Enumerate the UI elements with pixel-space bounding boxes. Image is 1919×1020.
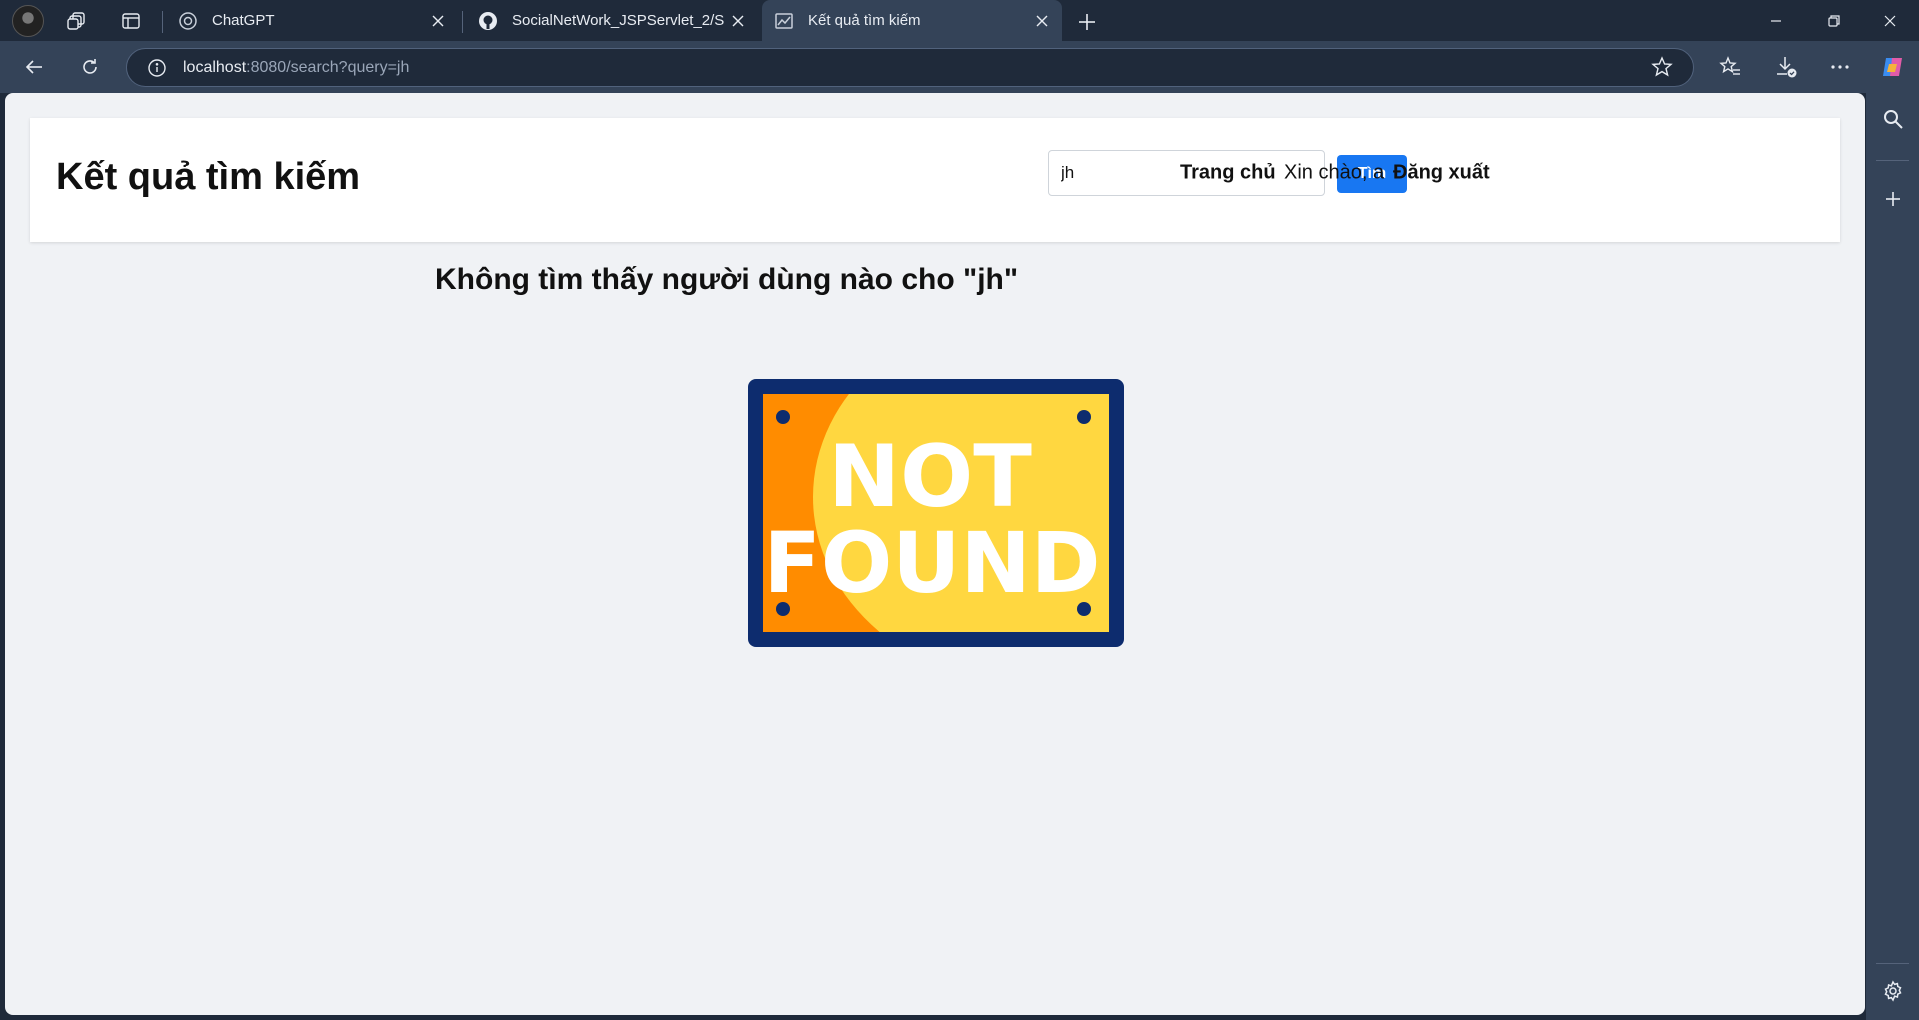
add-icon[interactable] — [1879, 185, 1907, 213]
browser-toolbar: localhost:8080/search?query=jh — [0, 41, 1919, 93]
settings-gear-icon[interactable] — [1879, 977, 1907, 1005]
tab-strip-divider — [162, 11, 163, 33]
favorite-star-icon[interactable] — [1651, 56, 1675, 80]
no-result-message: Không tìm thấy người dùng nào cho "jh" — [435, 263, 1019, 296]
url-text: localhost:8080/search?query=jh — [183, 59, 409, 77]
tab-chatgpt[interactable]: ChatGPT — [166, 0, 458, 41]
restore-icon[interactable] — [1805, 0, 1863, 41]
tab-label: ChatGPT — [212, 12, 275, 29]
greeting-text: Xin chào, a — [1284, 161, 1385, 184]
url-path: :8080/search?query=jh — [246, 58, 410, 76]
site-info-icon[interactable] — [145, 56, 169, 80]
tab-label: SocialNetWork_JSPServlet_2/Screen — [512, 12, 724, 29]
page-favicon-icon — [774, 11, 794, 31]
sign-text-line2: FOUND — [763, 514, 1100, 612]
url-host: localhost — [183, 58, 247, 76]
profile-avatar[interactable] — [12, 5, 44, 37]
sidebar-divider — [1876, 160, 1909, 161]
downloads-icon[interactable] — [1772, 53, 1800, 81]
tab-label: Kết quả tìm kiếm — [808, 12, 921, 29]
logout-link[interactable]: Đăng xuất — [1393, 162, 1490, 185]
search-icon[interactable] — [1879, 105, 1907, 133]
edge-sidebar — [1866, 93, 1919, 1020]
close-tab-icon[interactable] — [1028, 7, 1056, 35]
page-title: Kết quả tìm kiếm — [56, 156, 361, 198]
minimize-icon[interactable] — [1747, 0, 1805, 41]
tab-search-results[interactable]: Kết quả tìm kiếm — [762, 0, 1062, 41]
workspaces-icon[interactable] — [64, 8, 90, 34]
screw-icon — [1077, 410, 1091, 424]
home-link[interactable]: Trang chủ — [1180, 162, 1276, 185]
screw-icon — [776, 410, 790, 424]
tab-github[interactable]: SocialNetWork_JSPServlet_2/Screen — [466, 0, 758, 41]
close-tab-icon[interactable] — [724, 7, 752, 35]
copilot-icon[interactable] — [1879, 53, 1907, 81]
tab-divider — [462, 11, 463, 33]
github-icon — [478, 11, 498, 31]
new-tab-icon[interactable] — [1073, 8, 1101, 36]
chatgpt-icon — [178, 11, 198, 31]
more-options-icon[interactable] — [1826, 53, 1854, 81]
refresh-icon[interactable] — [74, 51, 106, 83]
title-bar: ChatGPT SocialNetWork_JSPServlet_2/Scree… — [0, 0, 1919, 41]
close-window-icon[interactable] — [1861, 0, 1919, 41]
vertical-tabs-icon[interactable] — [118, 8, 144, 34]
not-found-image: NOT FOUND — [748, 379, 1124, 647]
favorites-icon[interactable] — [1716, 53, 1744, 81]
page-viewport: Kết quả tìm kiếm Tìm Trang chủ Xin chào,… — [5, 93, 1865, 1015]
back-arrow-icon[interactable] — [18, 51, 50, 83]
address-bar[interactable]: localhost:8080/search?query=jh — [126, 48, 1694, 87]
page-header: Kết quả tìm kiếm Tìm Trang chủ Xin chào,… — [30, 118, 1840, 242]
close-tab-icon[interactable] — [424, 7, 452, 35]
sidebar-divider — [1876, 963, 1909, 964]
sign-text-line1: NOT — [828, 427, 1032, 527]
